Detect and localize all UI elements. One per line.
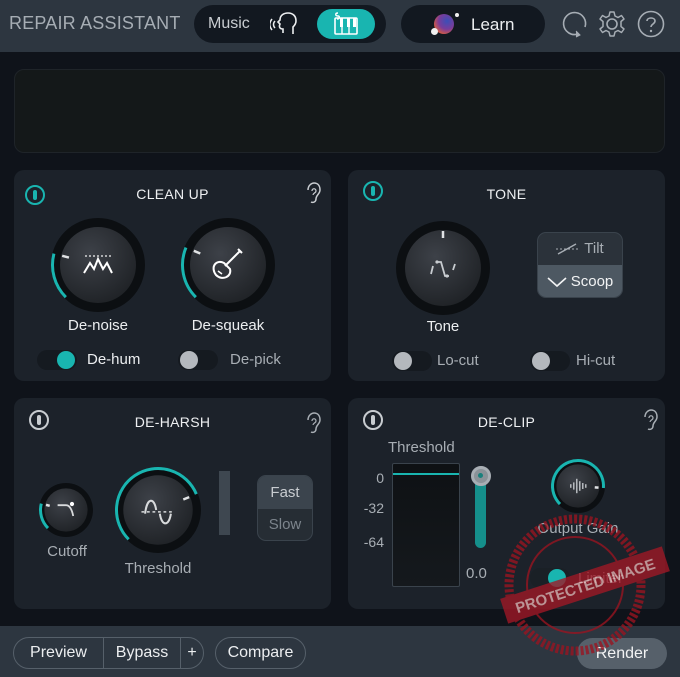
tone-panel: TONE Tone Tilt Scoop Lo-cut Hi-cut	[348, 170, 665, 381]
instrument-piano-icon	[334, 12, 358, 35]
toggle-thumb	[180, 351, 198, 369]
learn-orb-dot-small	[455, 13, 459, 17]
toggle-thumb	[57, 351, 75, 369]
de-pick-toggle[interactable]	[178, 350, 218, 370]
bypass-button[interactable]: Bypass	[104, 638, 180, 668]
learn-button[interactable]: Learn	[401, 5, 545, 43]
scoop-mode-option[interactable]: Scoop	[538, 265, 622, 297]
knob-indicator	[61, 254, 70, 259]
cutoff-label: Cutoff	[47, 543, 87, 560]
app-title: REPAIR ASSISTANT	[9, 13, 181, 33]
tone-label: Tone	[426, 318, 460, 335]
de-squeak-label: De-squeak	[191, 317, 265, 334]
scale-tick-0: 0	[376, 470, 384, 486]
knob-body	[123, 475, 193, 545]
limiter-toggle[interactable]	[530, 568, 570, 588]
listen-ear-icon[interactable]	[641, 409, 659, 431]
de-squeak-knob[interactable]	[178, 215, 278, 315]
knob-body	[44, 488, 88, 532]
clean-up-panel: CLEAN UP De-noise De-squeak De-hum De-pi…	[14, 170, 331, 381]
knob-indicator	[45, 503, 51, 508]
slider-handle-dot	[478, 473, 483, 478]
speed-selector: Fast Slow	[257, 475, 313, 541]
add-bypass-button[interactable]: +	[181, 638, 203, 668]
preview-bypass-group: Preview Bypass +	[13, 637, 204, 669]
de-hum-label: De-hum	[87, 351, 141, 368]
instrument-mode-button[interactable]	[317, 9, 375, 39]
cutoff-knob[interactable]	[36, 480, 96, 540]
scoop-icon	[547, 277, 567, 288]
de-harsh-title: DE-HARSH	[134, 414, 211, 430]
help-icon[interactable]	[637, 10, 665, 38]
clip-threshold-line	[393, 473, 459, 475]
tilt-icon	[556, 243, 579, 255]
voice-mode-button[interactable]	[269, 11, 300, 37]
threshold-value: 0.0	[466, 565, 487, 582]
tone-mode-selector: Tilt Scoop	[537, 232, 623, 298]
waveform-display[interactable]	[14, 69, 665, 153]
lo-cut-toggle[interactable]	[392, 351, 432, 371]
compare-button[interactable]: Compare	[215, 637, 306, 669]
slow-option[interactable]: Slow	[258, 509, 312, 540]
de-harsh-meter	[219, 471, 230, 535]
listen-ear-icon[interactable]	[304, 182, 322, 204]
learn-label: Learn	[471, 15, 515, 34]
lo-cut-label: Lo-cut	[437, 352, 479, 369]
render-button[interactable]: Render	[577, 638, 667, 669]
threshold-slider-handle[interactable]	[471, 466, 491, 486]
output-gain-label: Output Gain	[537, 520, 619, 537]
de-pick-label: De-pick	[230, 351, 281, 368]
knob-body	[190, 227, 266, 303]
fast-option[interactable]: Fast	[258, 476, 312, 509]
tone-title: TONE	[486, 186, 527, 202]
voice-head-icon	[269, 12, 297, 34]
listen-ear-icon[interactable]	[304, 412, 322, 434]
history-icon[interactable]	[561, 10, 589, 38]
de-harsh-threshold-label: Threshold	[124, 560, 192, 577]
hi-cut-label: Hi-cut	[576, 352, 616, 369]
mode-switch[interactable]: Music	[194, 5, 386, 43]
tilt-label: Tilt	[584, 240, 604, 257]
de-hum-toggle[interactable]	[37, 350, 77, 370]
toggle-thumb	[394, 352, 412, 370]
learn-orb-dot	[431, 28, 438, 35]
tilt-mode-option[interactable]: Tilt	[538, 233, 622, 265]
mode-label: Music	[208, 15, 250, 32]
limiter-label: Limiter	[578, 570, 624, 587]
header-bar: REPAIR ASSISTANT Music Learn	[0, 0, 680, 52]
de-clip-title: DE-CLIP	[477, 414, 536, 430]
de-harsh-panel: DE-HARSH Cutoff Threshold Fast Slow	[14, 398, 331, 609]
output-gain-knob[interactable]	[548, 456, 608, 516]
de-clip-panel: DE-CLIP Threshold 0 -32 -64 0.0 Output G…	[348, 398, 665, 609]
de-harsh-threshold-knob[interactable]	[112, 464, 204, 556]
scale-tick-64: -64	[363, 534, 384, 550]
footer-bar: Preview Bypass + Compare Render	[0, 626, 680, 677]
scoop-label: Scoop	[570, 273, 614, 290]
de-noise-label: De-noise	[67, 317, 129, 334]
de-noise-knob[interactable]	[48, 215, 148, 315]
toggle-thumb	[532, 352, 550, 370]
preview-button[interactable]: Preview	[14, 638, 103, 668]
clip-meter	[392, 463, 460, 587]
de-clip-threshold-label: Threshold	[388, 439, 455, 456]
knob-body	[60, 227, 136, 303]
settings-gear-icon[interactable]	[598, 10, 626, 38]
tone-knob[interactable]	[393, 218, 493, 318]
hi-cut-toggle[interactable]	[530, 351, 570, 371]
scale-tick-32: -32	[363, 500, 384, 516]
knob-body	[556, 464, 600, 508]
clean-up-title: CLEAN UP	[136, 186, 209, 202]
toggle-thumb	[548, 569, 566, 587]
